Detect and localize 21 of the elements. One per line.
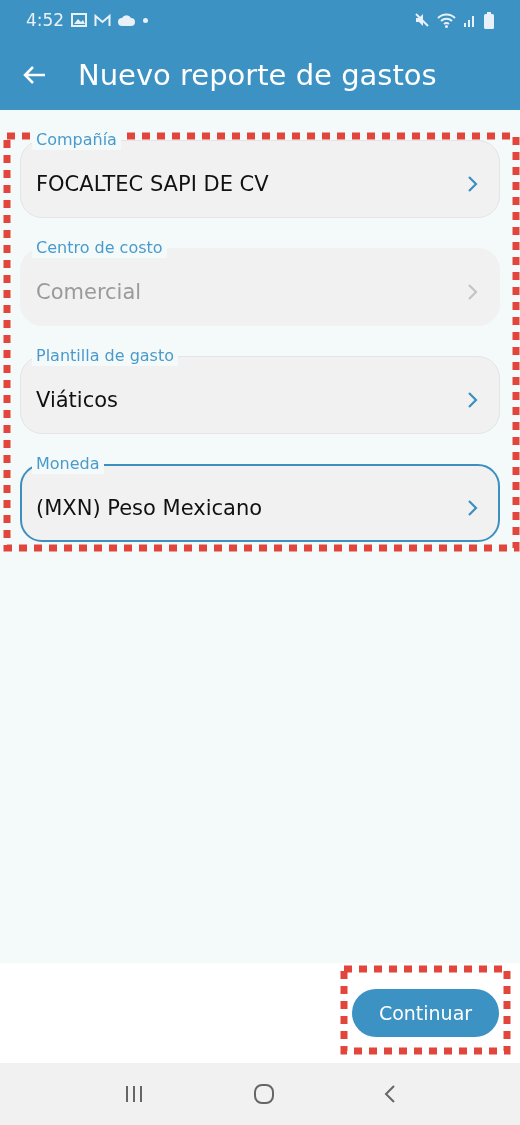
select-field[interactable]: Compañía FOCALTEC SAPI DE CV <box>20 130 500 218</box>
dot-icon <box>143 17 149 23</box>
signal-icon <box>463 13 477 27</box>
chevron-right-icon <box>467 499 478 517</box>
home-icon[interactable] <box>253 1083 275 1105</box>
mute-icon <box>414 12 430 28</box>
status-time: 4:52 <box>26 10 65 30</box>
wifi-icon <box>437 12 456 28</box>
chevron-right-icon <box>467 283 478 301</box>
chevron-right-icon <box>467 175 478 193</box>
chevron-right-icon <box>467 391 478 409</box>
select-field[interactable]: Moneda (MXN) Peso Mexicano <box>20 454 500 542</box>
image-icon <box>71 13 88 27</box>
select-field[interactable]: Plantilla de gasto Viáticos <box>20 346 500 434</box>
battery-icon <box>484 11 494 29</box>
back-icon[interactable] <box>383 1084 396 1104</box>
cloud-icon <box>118 14 137 26</box>
screen-title: Nuevo reporte de gastos <box>78 58 437 92</box>
recent-apps-icon[interactable] <box>124 1085 145 1103</box>
back-arrow-icon[interactable] <box>22 65 46 85</box>
mail-icon <box>94 13 112 27</box>
